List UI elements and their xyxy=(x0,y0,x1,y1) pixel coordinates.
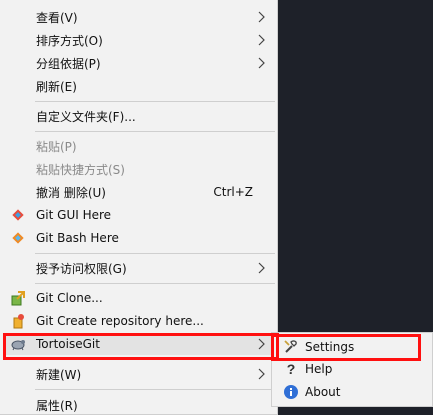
menu-item-label: Git Clone... xyxy=(36,291,103,305)
submenu-item-about[interactable]: About xyxy=(274,381,430,403)
menu-item-new[interactable]: 新建(W) xyxy=(3,363,275,385)
menu-item-label: Git Create repository here... xyxy=(36,314,204,328)
menu-item-properties[interactable]: 属性(R) xyxy=(3,394,275,415)
menu-item-label: 排序方式(O) xyxy=(36,33,103,48)
git-clone-icon xyxy=(9,289,27,307)
menu-item-sort-by[interactable]: 排序方式(O) xyxy=(3,29,275,51)
menu-item-group-by[interactable]: 分组依据(P) xyxy=(3,52,275,74)
menu-item-label: Git GUI Here xyxy=(36,208,112,222)
context-menu: 查看(V) 排序方式(O) 分组依据(P) 刷新(E) 自定义文件夹(F)...… xyxy=(0,0,278,415)
menu-item-label: 刷新(E) xyxy=(36,79,77,94)
tortoisegit-submenu: Settings ? Help About xyxy=(271,332,433,407)
menu-item-label: 粘贴快捷方式(S) xyxy=(36,162,125,177)
menu-item-shortcut: Ctrl+Z xyxy=(213,185,253,199)
menu-item-paste[interactable]: 粘贴(P) xyxy=(3,135,275,157)
svg-text:?: ? xyxy=(287,361,296,377)
chevron-right-icon xyxy=(258,57,265,69)
menu-separator xyxy=(35,131,275,132)
git-bash-icon xyxy=(9,229,27,247)
menu-separator xyxy=(35,389,275,390)
menu-separator xyxy=(35,359,275,360)
git-gui-icon xyxy=(9,206,27,224)
menu-item-label: 粘贴(P) xyxy=(36,139,77,154)
menu-item-label: Git Bash Here xyxy=(36,231,119,245)
menu-item-label: 查看(V) xyxy=(36,10,78,25)
chevron-right-icon xyxy=(258,338,265,350)
menu-item-label: 新建(W) xyxy=(36,367,82,382)
menu-item-label: 分组依据(P) xyxy=(36,56,101,71)
tortoisegit-icon xyxy=(9,335,27,353)
menu-separator xyxy=(35,283,275,284)
chevron-right-icon xyxy=(258,368,265,380)
menu-item-label: 属性(R) xyxy=(36,398,78,413)
menu-item-undo-delete[interactable]: 撤消 删除(U) Ctrl+Z xyxy=(3,181,275,203)
menu-item-tortoisegit[interactable]: TortoiseGit xyxy=(3,333,275,355)
menu-item-git-create-repo[interactable]: Git Create repository here... xyxy=(3,310,275,332)
help-icon: ? xyxy=(282,360,300,378)
info-icon xyxy=(282,383,300,401)
git-create-repo-icon xyxy=(9,312,27,330)
chevron-right-icon xyxy=(258,11,265,23)
chevron-right-icon xyxy=(258,34,265,46)
menu-item-paste-shortcut[interactable]: 粘贴快捷方式(S) xyxy=(3,158,275,180)
submenu-item-label: About xyxy=(305,385,341,399)
submenu-item-settings[interactable]: Settings xyxy=(274,336,430,358)
menu-item-git-clone[interactable]: Git Clone... xyxy=(3,287,275,309)
menu-item-refresh[interactable]: 刷新(E) xyxy=(3,75,275,97)
chevron-right-icon xyxy=(258,262,265,274)
menu-item-label: 撤消 删除(U) xyxy=(36,185,106,200)
menu-item-customize-folder[interactable]: 自定义文件夹(F)... xyxy=(3,105,275,127)
submenu-item-label: Settings xyxy=(305,340,355,354)
menu-item-git-bash[interactable]: Git Bash Here xyxy=(3,227,275,249)
menu-item-git-gui[interactable]: Git GUI Here xyxy=(3,204,275,226)
menu-item-label: 自定义文件夹(F)... xyxy=(36,109,136,124)
settings-icon xyxy=(282,338,300,356)
menu-separator xyxy=(35,101,275,102)
menu-item-label: TortoiseGit xyxy=(36,337,100,351)
submenu-item-label: Help xyxy=(305,362,333,376)
menu-separator xyxy=(35,253,275,254)
menu-item-give-access[interactable]: 授予访问权限(G) xyxy=(3,257,275,279)
menu-item-label: 授予访问权限(G) xyxy=(36,261,127,276)
submenu-item-help[interactable]: ? Help xyxy=(274,358,430,380)
menu-item-view[interactable]: 查看(V) xyxy=(3,6,275,28)
